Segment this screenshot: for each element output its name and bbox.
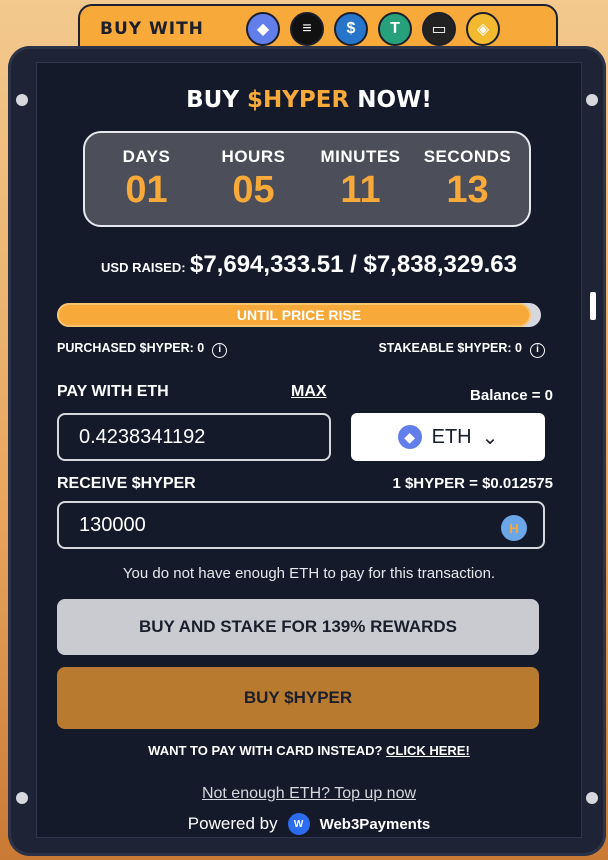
rate-text: 1 $HYPER = $0.012575 [392,475,553,492]
screw-dot [16,94,28,106]
pay-amount-input[interactable]: 0.4238341192 [57,413,331,461]
currency-select[interactable]: ◆ ETH ⌄ [351,413,545,461]
hyper-token-icon: H [501,515,527,541]
purchased-stat: PURCHASED $HYPER: 0i [57,341,228,358]
progress-label: UNTIL PRICE RISE [236,307,362,323]
scroll-indicator [590,292,596,320]
eth-coin-icon[interactable]: ◆ [246,12,280,46]
usd-raised: USD RAISED: $7,694,333.51 / $7,838,329.6… [101,251,517,278]
widget-panel: BUY $HYPER NOW! DAYS 01 HOURS 05 MINUTES… [36,62,582,838]
receive-label: RECEIVE $HYPER [57,475,196,492]
eth-coin-icon: ◆ [397,425,422,449]
timer-days: DAYS 01 [122,146,171,211]
screw-dot [586,94,598,106]
buy-hyper-button[interactable]: BUY $HYPER [57,667,539,729]
chevron-down-icon: ⌄ [481,426,499,449]
usdc-coin-icon[interactable]: $ [334,12,368,46]
sol-coin-icon[interactable]: ≡ [290,12,324,46]
timer-hours: HOURS 05 [221,146,286,211]
buy-with-label: BUY WITH [100,19,204,39]
timer-minutes: MINUTES 11 [320,146,401,211]
bnb-coin-icon[interactable]: ◈ [466,12,500,46]
card-icon[interactable]: ▭ [422,12,456,46]
max-button[interactable]: MAX [291,383,327,401]
usdt-coin-icon[interactable]: T [378,12,412,46]
web3payments-logo-icon: W [287,813,310,835]
presale-widget: BUY $HYPER NOW! DAYS 01 HOURS 05 MINUTES… [8,46,606,856]
info-icon[interactable]: i [530,343,545,358]
stakeable-stat: STAKEABLE $HYPER: 0i [378,341,545,358]
widget-title: BUY $HYPER NOW! [186,87,432,113]
receive-amount-input[interactable]: 130000 H [57,501,545,549]
pay-with-label: PAY WITH ETH [57,383,169,400]
progress-bar: UNTIL PRICE RISE [57,303,541,327]
insufficient-funds-warning: You do not have enough ETH to pay for th… [122,565,496,582]
countdown-timer: DAYS 01 HOURS 05 MINUTES 11 SECONDS 13 [83,131,531,227]
buy-and-stake-button[interactable]: BUY AND STAKE FOR 139% REWARDS [57,599,539,655]
stats-row: PURCHASED $HYPER: 0i STAKEABLE $HYPER: 0… [57,341,545,358]
top-up-link[interactable]: Not enough ETH? Top up now [37,785,581,803]
screw-dot [586,792,598,804]
info-icon[interactable]: i [212,343,228,358]
powered-by: Powered by W Web3Payments [187,813,431,835]
screw-dot [16,792,28,804]
timer-seconds: SECONDS 13 [423,146,512,211]
card-payment-prompt: WANT TO PAY WITH CARD INSTEAD? CLICK HER… [148,743,470,758]
card-payment-link[interactable]: CLICK HERE! [386,743,470,758]
balance-text: Balance = 0 [470,387,553,404]
